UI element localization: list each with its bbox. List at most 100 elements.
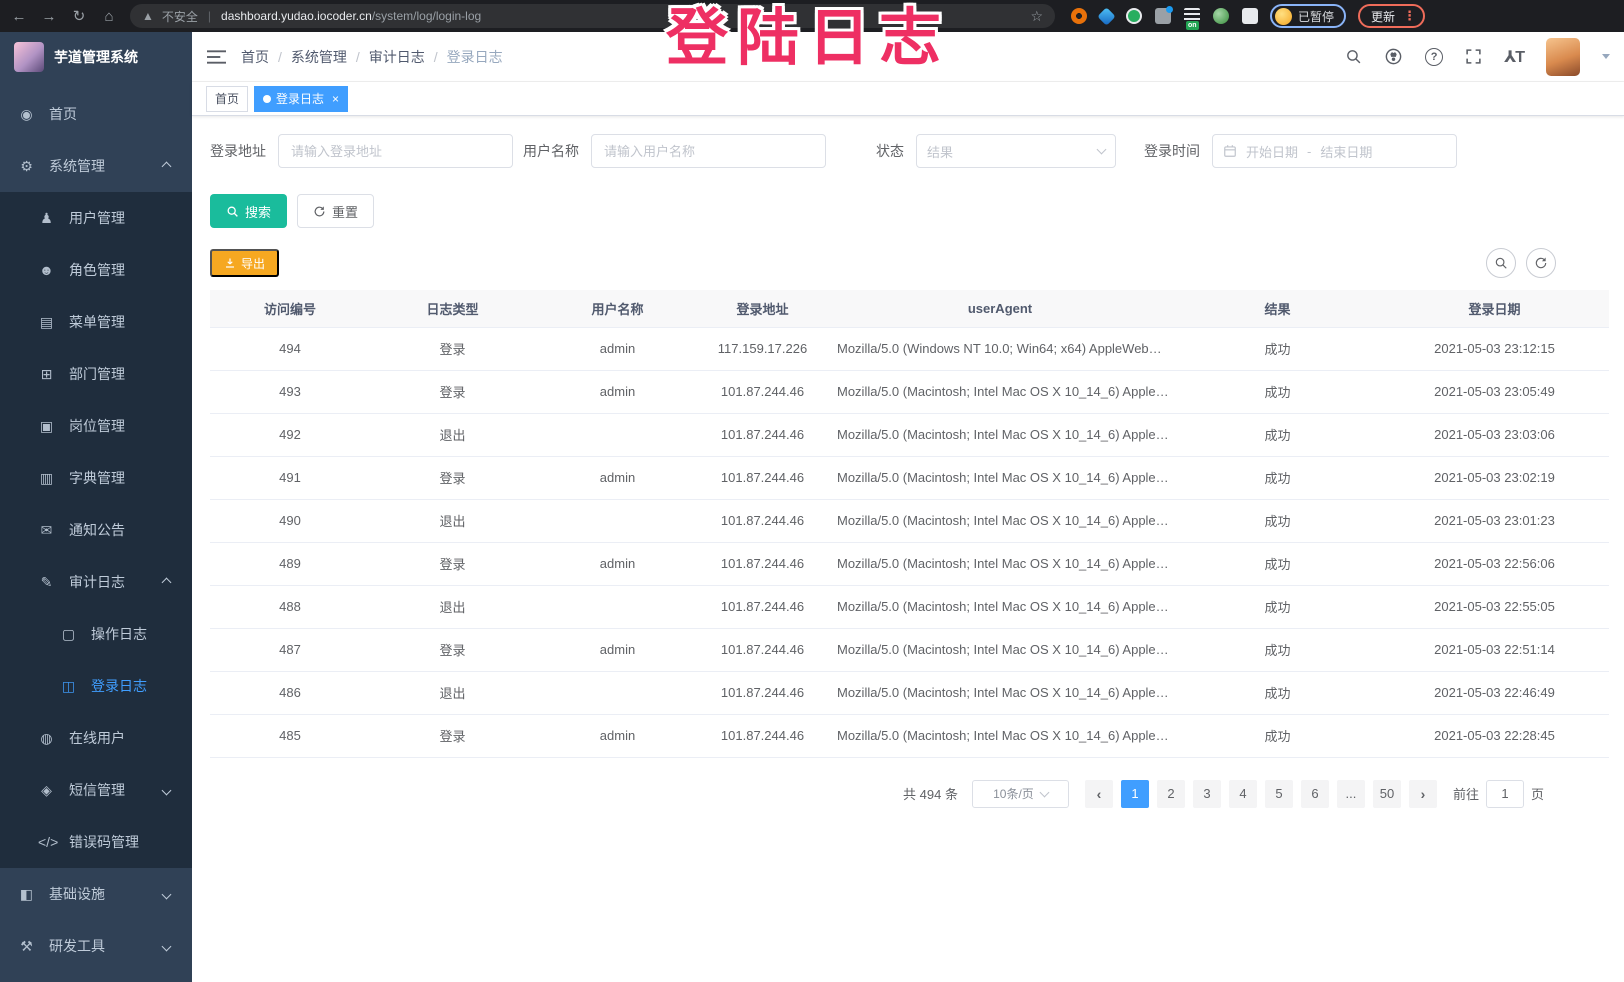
sidebar-item-label: 登录日志 [91, 676, 147, 696]
prev-page-button[interactable]: ‹ [1085, 780, 1113, 808]
sidebar-item-login-log[interactable]: ◫登录日志 [0, 660, 192, 712]
login-time-range-picker[interactable]: 开始日期 - 结束日期 [1212, 134, 1457, 168]
goto-page-input[interactable] [1486, 780, 1524, 808]
table-cell: 491 [210, 456, 370, 499]
breadcrumb-item[interactable]: 审计日志 [369, 47, 425, 67]
sidebar-item-sms[interactable]: ◈短信管理 [0, 764, 192, 816]
tag-login-log[interactable]: 登录日志 × [254, 86, 348, 112]
sidebar-item-online-user[interactable]: ◍在线用户 [0, 712, 192, 764]
help-icon[interactable]: ? [1425, 48, 1443, 66]
address-bar[interactable]: ▲ 不安全 | dashboard.yudao.iocoder.cn/syste… [130, 4, 1055, 28]
login-address-input[interactable] [278, 134, 513, 168]
table-cell: 成功 [1175, 413, 1380, 456]
extension-blue-icon[interactable] [1097, 7, 1115, 25]
browser-update-button[interactable]: 更新 ⋮ [1358, 4, 1425, 28]
export-button[interactable]: 导出 [210, 249, 279, 277]
table-cell: 登录 [370, 542, 535, 585]
breadcrumb-item[interactable]: 首页 [241, 47, 269, 67]
table-cell: admin [535, 456, 700, 499]
sidebar-item-notice[interactable]: ✉ 通知公告 [0, 504, 192, 556]
table-cell: 成功 [1175, 714, 1380, 757]
sidebar-item-menu[interactable]: ▤菜单管理 [0, 296, 192, 348]
sidebar-item-audit-log[interactable]: ✎审计日志 [0, 556, 192, 608]
bookmark-star-icon[interactable]: ☆ [1030, 8, 1043, 25]
extension-list-icon[interactable]: on [1184, 8, 1200, 24]
fullscreen-icon[interactable] [1465, 48, 1482, 65]
code-icon: </> [38, 834, 55, 850]
hamburger-icon[interactable] [192, 49, 241, 65]
sidebar-item-post[interactable]: ▣岗位管理 [0, 400, 192, 452]
refresh-icon [313, 205, 326, 218]
forward-icon[interactable]: → [40, 8, 58, 25]
table-row: 489登录admin101.87.244.46Mozilla/5.0 (Maci… [210, 542, 1609, 585]
sidebar-item-dept[interactable]: ⊞部门管理 [0, 348, 192, 400]
tools-icon: ⚒ [18, 938, 35, 955]
table-cell: 成功 [1175, 628, 1380, 671]
table-cell: 成功 [1175, 370, 1380, 413]
extensions-puzzle-icon[interactable] [1242, 8, 1258, 24]
search-button[interactable]: 搜索 [210, 194, 287, 228]
table-row: 487登录admin101.87.244.46Mozilla/5.0 (Maci… [210, 628, 1609, 671]
toggle-search-button[interactable] [1486, 248, 1516, 278]
end-date-placeholder[interactable]: 结束日期 [1320, 142, 1372, 161]
font-size-icon[interactable]: ⅄T [1504, 47, 1524, 67]
back-icon[interactable]: ← [10, 8, 28, 25]
status-select[interactable]: 结果 [916, 134, 1116, 168]
sidebar-item-system[interactable]: ⚙系统管理 [0, 140, 192, 192]
page-button[interactable]: 2 [1157, 780, 1185, 808]
header-search-icon[interactable] [1345, 48, 1362, 65]
refresh-table-button[interactable] [1526, 248, 1556, 278]
home-icon[interactable]: ⌂ [100, 8, 118, 25]
security-label[interactable]: 不安全 [162, 8, 198, 25]
page-button[interactable]: 4 [1229, 780, 1257, 808]
page-button[interactable]: 3 [1193, 780, 1221, 808]
page-button[interactable]: 1 [1121, 780, 1149, 808]
table-cell: 488 [210, 585, 370, 628]
page-button[interactable]: 50 [1373, 780, 1401, 808]
reload-icon[interactable]: ↻ [70, 7, 88, 25]
extension-grid-icon[interactable] [1155, 8, 1171, 24]
reset-button[interactable]: 重置 [297, 194, 374, 228]
message-icon: ✉ [38, 522, 55, 539]
sidebar-item-label: 通知公告 [69, 520, 125, 540]
table-cell: 登录 [370, 628, 535, 671]
navbar: 首页/系统管理/审计日志/登录日志 ? ⅄T [192, 32, 1624, 82]
table-cell: 101.87.244.46 [700, 370, 825, 413]
sidebar-item-label: 系统管理 [49, 156, 105, 176]
page-button[interactable]: 5 [1265, 780, 1293, 808]
sidebar-item-infra[interactable]: ◧基础设施 [0, 868, 192, 920]
sidebar-item-role[interactable]: ☻角色管理 [0, 244, 192, 296]
sidebar-item-home[interactable]: ◉首页 [0, 88, 192, 140]
browser-profile-chip[interactable]: 已暂停 [1270, 4, 1346, 28]
sidebar-item-devtools[interactable]: ⚒研发工具 [0, 920, 192, 972]
extension-orange-icon[interactable] [1071, 8, 1087, 24]
sidebar-item-operate-log[interactable]: ▢操作日志 [0, 608, 192, 660]
chevron-down-icon [162, 785, 172, 795]
tag-home[interactable]: 首页 [206, 86, 248, 112]
table-cell: 101.87.244.46 [700, 714, 825, 757]
avatar-caret-icon[interactable] [1602, 54, 1610, 59]
extension-green-icon[interactable] [1126, 8, 1142, 24]
sidebar-logo-row[interactable]: 芋道管理系统 [0, 32, 192, 82]
tag-close-icon[interactable]: × [332, 92, 339, 106]
username-input[interactable] [591, 134, 826, 168]
table-cell: 101.87.244.46 [700, 456, 825, 499]
edit-log-icon: ✎ [38, 574, 55, 591]
sidebar-item-user[interactable]: ♟用户管理 [0, 192, 192, 244]
table-cell: 485 [210, 714, 370, 757]
breadcrumb-item[interactable]: 系统管理 [291, 47, 347, 67]
kebab-menu-icon[interactable]: ⋮ [1403, 8, 1416, 24]
next-page-button[interactable]: › [1409, 780, 1437, 808]
sidebar-item-error-code[interactable]: </>错误码管理 [0, 816, 192, 868]
extension-plant-icon[interactable] [1213, 8, 1229, 24]
sidebar-item-dict[interactable]: ▥字典管理 [0, 452, 192, 504]
table-cell: Mozilla/5.0 (Macintosh; Intel Mac OS X 1… [825, 456, 1175, 499]
user-avatar[interactable] [1546, 38, 1580, 76]
page-button[interactable]: 6 [1301, 780, 1329, 808]
github-icon[interactable] [1384, 47, 1403, 66]
sidebar-item-label: 操作日志 [91, 624, 147, 644]
sms-icon: ◈ [38, 782, 55, 799]
table-cell [535, 585, 700, 628]
start-date-placeholder[interactable]: 开始日期 [1246, 142, 1298, 161]
page-size-select[interactable]: 10条/页 [972, 780, 1069, 808]
